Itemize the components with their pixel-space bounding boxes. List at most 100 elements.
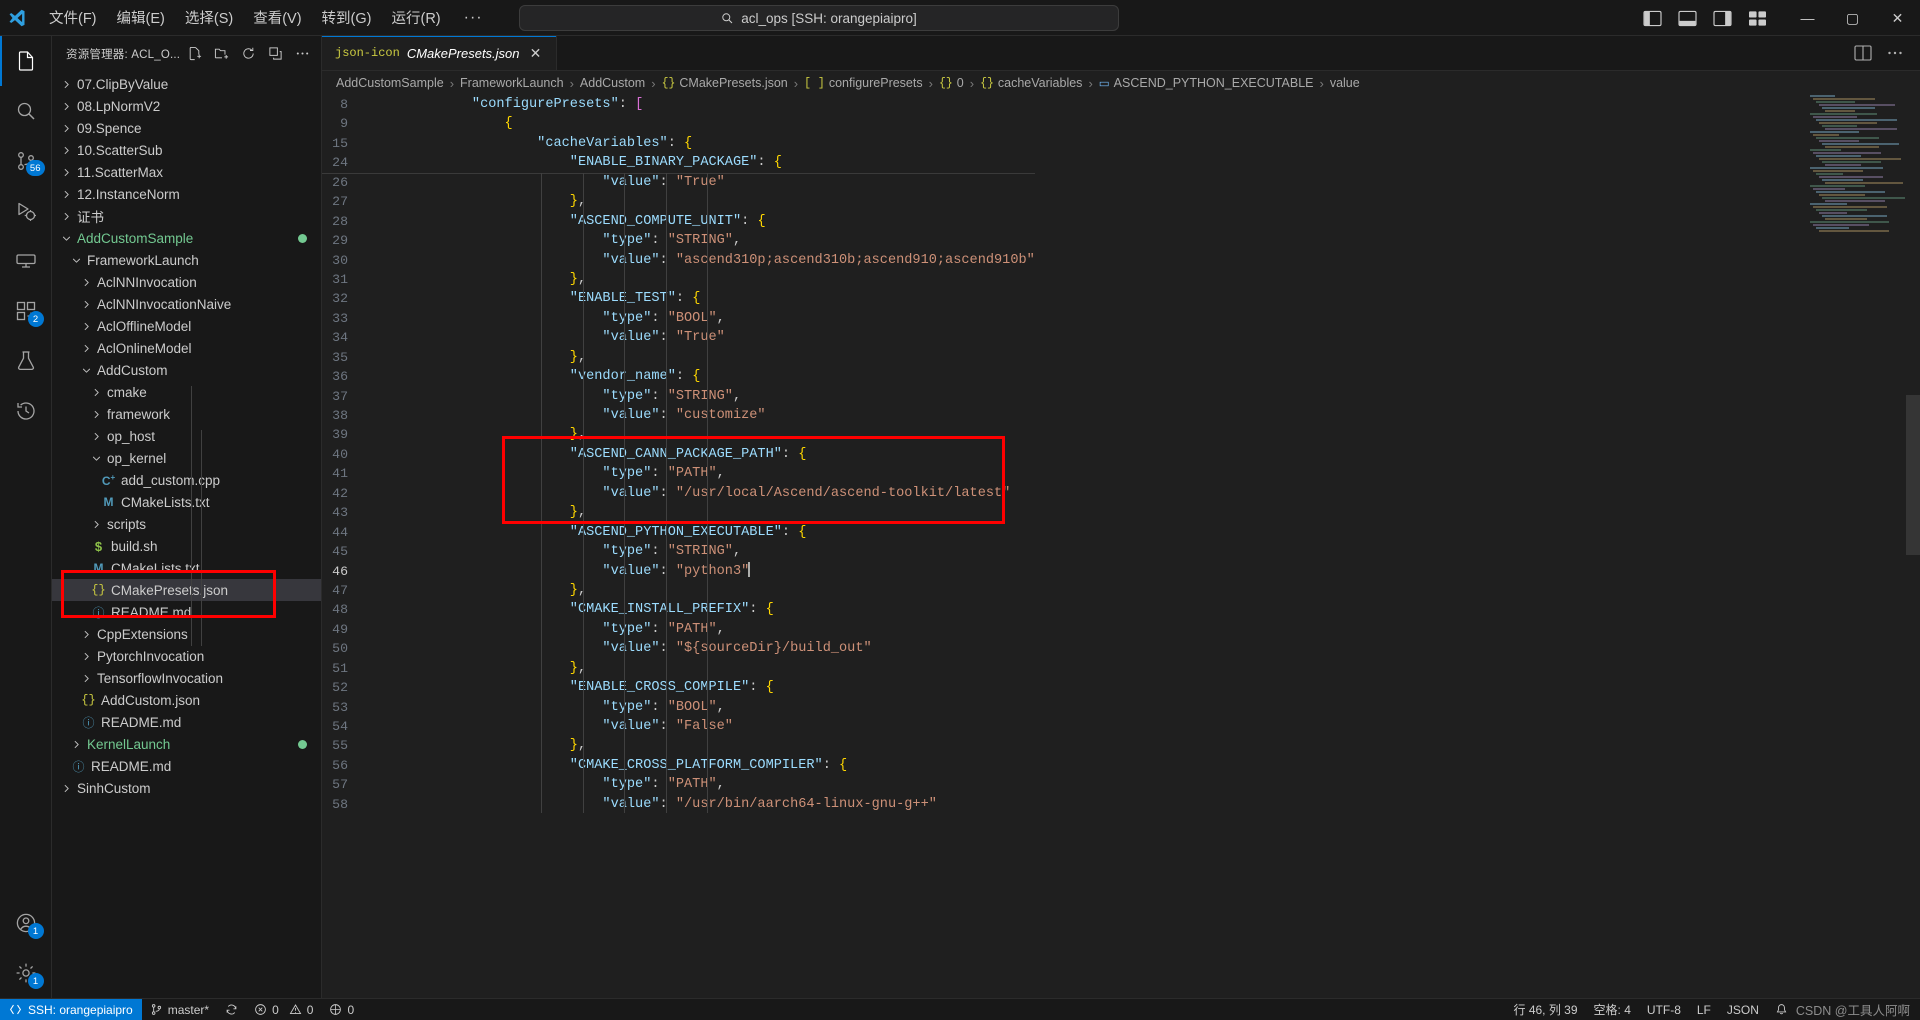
code-line[interactable]: 32 "ENABLE_TEST": { (322, 289, 1035, 308)
code-line[interactable]: 37 "type": "STRING", (322, 387, 1035, 406)
chevron-right-icon[interactable] (60, 139, 73, 161)
line-text[interactable]: "value": "${sourceDir}/build_out" (374, 639, 1035, 658)
line-text[interactable]: "type": "STRING", (374, 387, 1035, 406)
chevron-right-icon[interactable] (60, 161, 73, 183)
tree-folder-TensorflowInvocation[interactable]: TensorflowInvocation (52, 667, 321, 689)
chevron-right-icon[interactable] (80, 271, 93, 293)
status-encoding[interactable]: UTF-8 (1639, 999, 1689, 1020)
line-text[interactable]: "ENABLE_CROSS_COMPILE": { (374, 678, 1035, 697)
tree-folder-PytorchInvocation[interactable]: PytorchInvocation (52, 645, 321, 667)
code-line[interactable]: 48 "CMAKE_INSTALL_PREFIX": { (322, 600, 1035, 619)
code-line[interactable]: 24 "ENABLE_BINARY_PACKAGE": { (322, 153, 1035, 172)
chevron-down-icon[interactable] (70, 249, 83, 271)
chevron-right-icon[interactable] (60, 117, 73, 139)
sidebar-item-timeline[interactable] (0, 386, 52, 436)
menu-bar[interactable]: 文件(F) 编辑(E) 选择(S) 查看(V) 转到(G) 运行(R) ··· (40, 3, 495, 32)
code-line[interactable]: 42 "value": "/usr/local/Ascend/ascend-to… (322, 484, 1035, 503)
line-text[interactable]: { (374, 114, 1035, 133)
line-text[interactable]: "CMAKE_CROSS_PLATFORM_COMPILER": { (374, 756, 1035, 775)
line-text[interactable]: }, (374, 192, 1035, 211)
tree-folder-op_host[interactable]: op_host (52, 425, 321, 447)
refresh-icon[interactable] (237, 43, 259, 65)
tree-folder-AclNNInvocation[interactable]: AclNNInvocation (52, 271, 321, 293)
tree-folder-KernelLaunch[interactable]: KernelLaunch (52, 733, 321, 755)
line-text[interactable]: "type": "STRING", (374, 542, 1035, 561)
tree-folder-10.ScatterSub[interactable]: 10.ScatterSub (52, 139, 321, 161)
code-line[interactable]: 9 { (322, 114, 1035, 133)
tree-folder-cmake[interactable]: cmake (52, 381, 321, 403)
line-text[interactable]: "type": "STRING", (374, 231, 1035, 250)
chevron-down-icon[interactable] (80, 359, 93, 381)
sidebar-item-remote-explorer[interactable] (0, 236, 52, 286)
line-text[interactable]: "value": "customize" (374, 406, 1035, 425)
code-line[interactable]: 40 "ASCEND_CANN_PACKAGE_PATH": { (322, 445, 1035, 464)
breadcrumb-item-value[interactable]: value (1325, 75, 1365, 91)
code-line[interactable]: 8 "configurePresets": [ (322, 95, 1035, 114)
code-line[interactable]: 33 "type": "BOOL", (322, 309, 1035, 328)
status-branch[interactable]: master* (142, 999, 217, 1020)
status-language-mode[interactable]: JSON (1719, 999, 1767, 1020)
scrollbar-thumb[interactable] (1906, 395, 1920, 555)
line-text[interactable]: "value": "/usr/bin/aarch64-linux-gnu-g++… (374, 795, 1035, 814)
line-text[interactable]: "ASCEND_COMPUTE_UNIT": { (374, 212, 1035, 231)
status-notifications-bell-icon[interactable] (1767, 999, 1796, 1020)
tab-close-icon[interactable]: ✕ (527, 44, 545, 62)
tree-folder-scripts[interactable]: scripts (52, 513, 321, 535)
sidebar-item-explorer[interactable] (0, 36, 52, 86)
line-text[interactable]: "vendor_name": { (374, 367, 1035, 386)
tree-file-add_custom.cpp[interactable]: C+ add_custom.cpp (52, 469, 321, 491)
tree-file-CMakeLists.txt[interactable]: M CMakeLists.txt (52, 557, 321, 579)
chevron-right-icon[interactable] (60, 777, 73, 799)
tree-file-AddCustom.json[interactable]: {} AddCustom.json (52, 689, 321, 711)
breadcrumb-item-configurepresets[interactable]: [ ] configurePresets (799, 75, 928, 91)
line-text[interactable]: "value": "False" (374, 717, 1035, 736)
chevron-right-icon[interactable] (90, 425, 103, 447)
line-text[interactable]: "type": "PATH", (374, 464, 1035, 483)
tree-folder-FrameworkLaunch[interactable]: FrameworkLaunch (52, 249, 321, 271)
code-line[interactable]: 53 "type": "BOOL", (322, 698, 1035, 717)
code-line[interactable]: 34 "value": "True" (322, 328, 1035, 347)
new-file-icon[interactable] (183, 43, 205, 65)
status-indentation[interactable]: 空格: 4 (1586, 999, 1639, 1020)
code-line[interactable]: 27 }, (322, 192, 1035, 211)
tree-folder-SinhCustom[interactable]: SinhCustom (52, 777, 321, 799)
line-text[interactable]: "value": "python3" (374, 561, 1035, 581)
line-text[interactable]: "value": "ascend310p;ascend310b;ascend91… (374, 251, 1034, 270)
code-line[interactable]: 46 "value": "python3" (322, 561, 1035, 581)
breadcrumb-item-cachevariables[interactable]: {} cacheVariables (975, 75, 1087, 91)
status-remote-indicator[interactable]: SSH: orangepiaipro (0, 998, 142, 1020)
code-line[interactable]: 55 }, (322, 736, 1035, 755)
tree-folder-op_kernel[interactable]: op_kernel (52, 447, 321, 469)
split-editor-icon[interactable] (1854, 44, 1872, 62)
tree-folder-08.LpNormV2[interactable]: 08.LpNormV2 (52, 95, 321, 117)
tree-file-README.md[interactable]: ⓘ README.md (52, 601, 321, 623)
code-line[interactable]: 29 "type": "STRING", (322, 231, 1035, 250)
tree-file-README.md[interactable]: ⓘ README.md (52, 711, 321, 733)
code-line[interactable]: 30 "value": "ascend310p;ascend310b;ascen… (322, 251, 1035, 270)
toggle-primary-sidebar-icon[interactable] (1643, 10, 1662, 27)
code-line[interactable]: 52 "ENABLE_CROSS_COMPILE": { (322, 678, 1035, 697)
menu-run[interactable]: 运行(R) (382, 3, 449, 32)
line-text[interactable]: "type": "BOOL", (374, 698, 1035, 717)
breadcrumb-item-ascend-python-executable[interactable]: ▭ ASCEND_PYTHON_EXECUTABLE (1094, 75, 1319, 92)
minimap[interactable] (1806, 95, 1906, 232)
tree-file-CMakePresets.json[interactable]: {} CMakePresets.json (52, 579, 321, 601)
sidebar-item-search[interactable] (0, 86, 52, 136)
window-maximize-button[interactable]: ▢ (1830, 0, 1875, 36)
window-minimize-button[interactable]: — (1785, 0, 1830, 36)
command-center[interactable]: acl_ops [SSH: orangepiaipro] (519, 5, 1119, 31)
line-text[interactable]: "ENABLE_TEST": { (374, 289, 1035, 308)
code-line[interactable]: 56 "CMAKE_CROSS_PLATFORM_COMPILER": { (322, 756, 1035, 775)
line-text[interactable]: "type": "BOOL", (374, 309, 1035, 328)
line-text[interactable]: "value": "/usr/local/Ascend/ascend-toolk… (374, 484, 1035, 503)
menu-go[interactable]: 转到(G) (313, 3, 381, 32)
status-cursor-position[interactable]: 行 46, 列 39 (1505, 999, 1585, 1020)
code-line[interactable]: 26 "value": "True" (322, 172, 1035, 192)
breadcrumb-item-addcustom[interactable]: AddCustom (575, 75, 650, 91)
sidebar-item-source-control[interactable]: 56 (0, 136, 52, 186)
line-text[interactable]: }, (374, 270, 1035, 289)
code-line[interactable]: 39 }, (322, 425, 1035, 444)
line-text[interactable]: "type": "PATH", (374, 620, 1035, 639)
code-line[interactable]: 28 "ASCEND_COMPUTE_UNIT": { (322, 212, 1035, 231)
settings-button[interactable]: 1 (0, 948, 52, 998)
